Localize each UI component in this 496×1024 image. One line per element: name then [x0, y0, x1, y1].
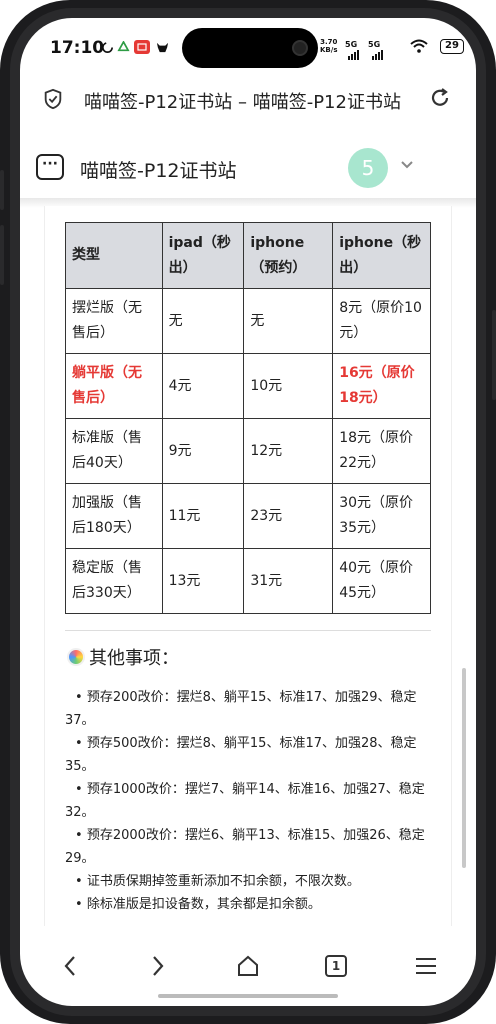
tabs-count: 1	[331, 959, 341, 973]
table-cell: 无	[161, 288, 245, 354]
dynamic-island	[182, 28, 318, 68]
table-cell: 30元（原价35元）	[332, 483, 431, 549]
table-cell: 4元	[161, 353, 245, 419]
camera-icon	[292, 40, 308, 56]
list-item: 预存1000改价：摆烂7、躺平14、标准16、加强27、稳定32。	[65, 778, 435, 824]
table-cell: 稳定版（售后330天）	[65, 548, 163, 614]
table-cell: 18元（原价22元）	[332, 418, 431, 484]
section-heading-text: 其他事项：	[89, 648, 179, 669]
table-cell: 23元	[243, 483, 334, 549]
status-time: 17:10	[50, 38, 105, 58]
chevron-left-icon	[64, 956, 75, 976]
battery-indicator: 29	[440, 39, 464, 54]
table-cell: 10元	[243, 353, 334, 419]
table-cell: 躺平版（无售后）	[65, 353, 163, 419]
back-button[interactable]	[50, 946, 90, 986]
tab-title: 喵喵签-P12证书站	[80, 160, 237, 182]
table-cell: 加强版（售后180天）	[65, 483, 163, 549]
table-cell: 摆烂版（无售后）	[65, 288, 163, 354]
table-row: 稳定版（售后330天） 13元 31元 40元（原价45元）	[65, 548, 431, 614]
table-cell: 8元（原价10元）	[332, 288, 431, 354]
shield-check-icon[interactable]	[42, 88, 64, 110]
sync-icon	[100, 40, 114, 54]
list-item: 预存500改价：摆烂8、躺平15、标准17、加强28、稳定35。	[65, 732, 435, 778]
notes-list: 预存200改价：摆烂8、躺平15、标准17、加强29、稳定37。 预存500改价…	[65, 686, 435, 916]
table-cell: 31元	[243, 548, 334, 614]
tab-row: ··· 喵喵签-P12证书站 5	[20, 144, 476, 194]
volume-up-button	[0, 170, 4, 210]
signal-bars-2-icon	[372, 50, 383, 60]
tab-count-badge[interactable]: 5	[348, 148, 388, 188]
table-header-cell: ipad（秒出）	[161, 222, 245, 289]
network-speed-unit: KB/s	[320, 46, 338, 54]
table-cell: 无	[243, 288, 334, 354]
volume-down-button	[0, 225, 4, 285]
screen: 17:10 3.70 KB/s 5G 5G 29 喵喵签-P12证书站 – 喵喵…	[20, 18, 476, 1006]
table-cell: 标准版（售后40天）	[65, 418, 163, 484]
home-icon	[238, 955, 258, 976]
list-item: 预存200改价：摆烂8、躺平15、标准17、加强29、稳定37。	[65, 686, 435, 732]
forward-button[interactable]	[138, 946, 178, 986]
signal-label-1: 5G	[345, 40, 358, 49]
url-bar[interactable]: 喵喵签-P12证书站 – 喵喵签-P12证书站	[20, 80, 476, 120]
price-table: 类型 ipad（秒出） iphone（预约） iphone（秒出） 摆烂版（无售…	[65, 222, 431, 614]
scrollbar[interactable]	[462, 668, 466, 868]
recycle-icon	[116, 40, 130, 54]
chevron-right-icon	[153, 956, 164, 976]
table-header-cell: iphone（预约）	[243, 222, 334, 289]
table-cell: 12元	[243, 418, 334, 484]
table-cell: 16元（原价18元）	[332, 353, 431, 419]
table-row: 摆烂版（无售后） 无 无 8元（原价10元）	[65, 288, 431, 354]
refresh-icon[interactable]	[428, 86, 452, 110]
status-bar: 17:10 3.70 KB/s 5G 5G 29	[20, 18, 476, 74]
section-divider	[65, 630, 431, 631]
cow-icon	[154, 40, 170, 54]
table-row: 加强版（售后180天） 11元 23元 30元（原价35元）	[65, 483, 431, 549]
section-heading: 其他事项：	[67, 644, 179, 670]
list-item: 除标准版是扣设备数，其余都是扣余额。	[65, 893, 435, 916]
signal-bars-1-icon	[348, 50, 359, 60]
page-menu-button[interactable]: ···	[36, 154, 64, 180]
table-cell: 13元	[161, 548, 245, 614]
tabs-count-box: 1	[325, 955, 347, 977]
list-item: 预存2000改价：摆烂6、躺平13、标准15、加强26、稳定29。	[65, 824, 435, 870]
table-header-cell: 类型	[65, 222, 163, 289]
chevron-down-icon[interactable]	[400, 158, 414, 174]
home-button[interactable]	[228, 946, 268, 986]
app-badge-icon	[134, 40, 150, 54]
table-row: 标准版（售后40天） 9元 12元 18元（原价22元）	[65, 418, 431, 484]
bottom-nav: 1	[20, 936, 476, 996]
wifi-icon	[410, 39, 428, 53]
network-speed-value: 3.70	[320, 38, 338, 46]
home-indicator[interactable]	[158, 994, 338, 998]
menu-button[interactable]	[406, 946, 446, 986]
table-cell: 11元	[161, 483, 245, 549]
lollipop-icon	[67, 648, 85, 666]
power-button	[492, 310, 496, 400]
table-cell: 40元（原价45元）	[332, 548, 431, 614]
list-item: 证书质保期掉签重新添加不扣余额，不限次数。	[65, 870, 435, 893]
page-url-title[interactable]: 喵喵签-P12证书站 – 喵喵签-P12证书站	[84, 88, 414, 114]
table-row-highlighted: 躺平版（无售后） 4元 10元 16元（原价18元）	[65, 353, 431, 419]
table-header-cell: iphone（秒出）	[332, 222, 431, 289]
table-cell: 9元	[161, 418, 245, 484]
table-header-row: 类型 ipad（秒出） iphone（预约） iphone（秒出）	[65, 222, 431, 289]
page-content: 类型 ipad（秒出） iphone（预约） iphone（秒出） 摆烂版（无售…	[44, 206, 452, 926]
tabs-button[interactable]: 1	[316, 946, 356, 986]
network-speed: 3.70 KB/s	[320, 38, 337, 54]
hamburger-menu-icon	[416, 958, 436, 974]
signal-label-2: 5G	[368, 40, 381, 49]
